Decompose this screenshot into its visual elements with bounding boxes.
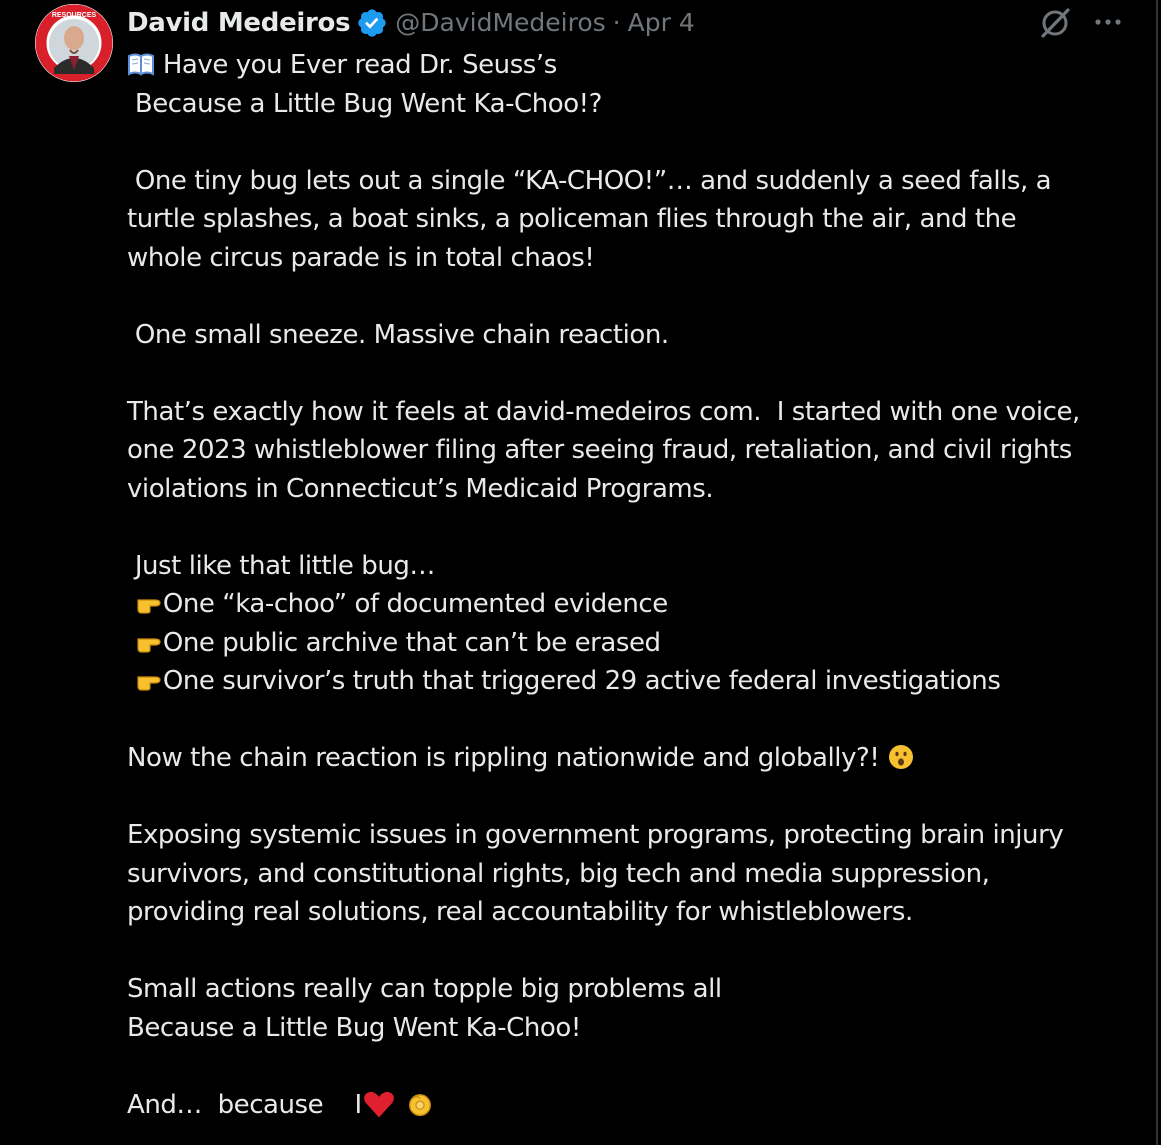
text-line-18: Small actions really can topple big prob…	[127, 974, 722, 1004]
author-handle[interactable]: @DavidMedeiros	[395, 4, 605, 42]
tweet-card: RESOURCES David Medeiros @DavidMedeiros …	[0, 0, 1158, 1145]
text-line-16: survivors, and constitutional rights, bi…	[127, 858, 990, 889]
text-line-4: turtle splashes, a boat sinks, a policem…	[127, 204, 1017, 234]
text-line-20-space	[396, 1090, 404, 1120]
text-line-5: whole circus parade is in total chaos!	[127, 242, 595, 273]
text-line-13: One survivor’s truth that triggered 29 a…	[162, 666, 1001, 696]
open-book-icon	[128, 53, 154, 76]
tweet-date[interactable]: Apr 4	[628, 4, 695, 42]
text-line-17: providing real solutions, real accountab…	[127, 897, 913, 927]
grok-icon[interactable]	[1038, 6, 1072, 40]
header-separator: ·	[612, 8, 621, 37]
face-with-open-mouth-icon	[889, 745, 914, 769]
bullet-line: One public archive that can’t be erased	[127, 624, 1137, 663]
author-name[interactable]: David Medeiros	[127, 4, 351, 42]
verified-badge-icon	[358, 9, 386, 37]
author-avatar[interactable]: RESOURCES	[35, 4, 113, 82]
bullet-line: One “ka-choo” of documented evidence	[127, 585, 1137, 624]
text-line-19: Because a Little Bug Went Ka-Choo!	[127, 1012, 581, 1043]
text-line-6: One small sneeze. Massive chain reaction…	[127, 319, 669, 350]
text-line-9: violations in Connecticut’s Medicaid Pro…	[127, 473, 714, 504]
svg-text:RESOURCES: RESOURCES	[52, 12, 97, 19]
text-line-20: And… because I	[127, 1089, 362, 1120]
text-line-15: Exposing systemic issues in government p…	[127, 820, 1064, 850]
avatar-image-icon: RESOURCES	[35, 4, 113, 82]
closing-line: And… because I	[127, 1086, 1137, 1125]
text-line-8: one 2023 whistleblower filing after seei…	[127, 435, 1072, 465]
text-line-11: One “ka-choo” of documented evidence	[162, 589, 668, 619]
text-line-12: One public archive that can’t be erased	[162, 627, 661, 658]
tweet-header: David Medeiros @DavidMedeiros · Apr 4	[127, 3, 695, 43]
backhand-index-pointing-right-icon	[137, 637, 161, 653]
text-line-3: One tiny bug lets out a single “KA-CHOO!…	[127, 165, 1052, 196]
more-options-icon[interactable]	[1092, 12, 1124, 32]
text-line-1: Have you Ever read Dr. Seuss’s	[155, 50, 557, 80]
text-line-10: Just like that little bug…	[127, 550, 436, 581]
bullet-line: One survivor’s truth that triggered 29 a…	[127, 662, 1137, 701]
red-heart-icon	[363, 1091, 394, 1117]
backhand-index-pointing-right-icon	[137, 676, 161, 691]
text-line-2: Because a Little Bug Went Ka-Choo!?	[127, 88, 603, 119]
text-line-7: That’s exactly how it feels at david-med…	[127, 396, 1080, 427]
tweet-text: Have you Ever read Dr. Seuss’s Because a…	[127, 46, 1137, 1124]
index-pointing-at-viewer-icon	[408, 1093, 431, 1116]
backhand-index-pointing-right-icon	[137, 599, 161, 614]
text-line-14-row: Now the chain reaction is rippling natio…	[127, 739, 1137, 778]
text-line: Have you Ever read Dr. Seuss’s	[127, 46, 1137, 85]
text-line-14: Now the chain reaction is rippling natio…	[127, 743, 888, 773]
